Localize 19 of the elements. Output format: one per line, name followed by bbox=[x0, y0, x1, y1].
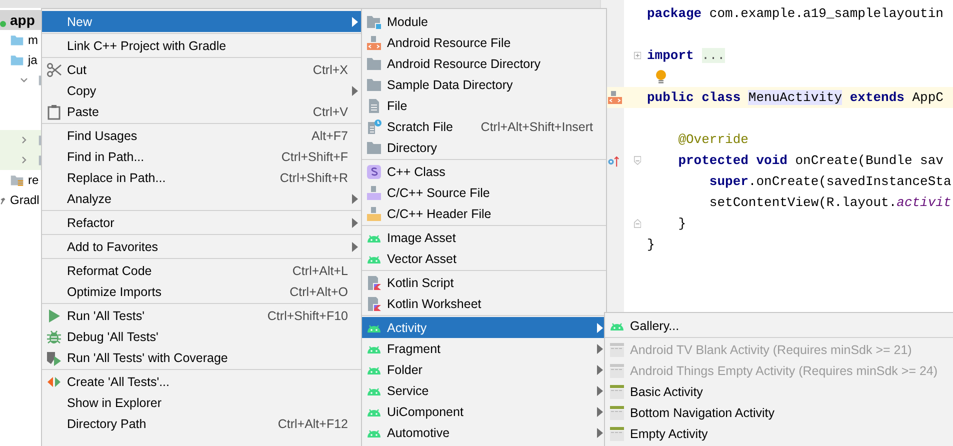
code-line: package com.example.a19_samplelayoutin bbox=[646, 6, 944, 21]
shortcut-text: Ctrl+Alt+Shift+Insert bbox=[480, 120, 593, 134]
code-line: super.onCreate(savedInstanceSta bbox=[708, 174, 952, 189]
code-line: protected void onCreate(Bundle sav bbox=[677, 153, 944, 168]
code-line: } bbox=[646, 237, 655, 252]
shortcut-text: Ctrl+Shift+R bbox=[280, 170, 348, 184]
shortcut-text: Alt+F7 bbox=[312, 128, 348, 142]
shortcut-text: Ctrl+Shift+F bbox=[281, 150, 348, 164]
code-line: import ... bbox=[646, 48, 726, 63]
shortcut-text: Ctrl+Alt+O bbox=[290, 284, 348, 298]
code-line: @Override bbox=[677, 132, 748, 147]
shortcut-text: Ctrl+Shift+F10 bbox=[267, 308, 348, 322]
shortcut-text: Ctrl+X bbox=[312, 62, 348, 76]
shortcut-text: Ctrl+Alt+L bbox=[292, 264, 348, 278]
code-line: public class MenuActivity extends AppC bbox=[646, 90, 944, 105]
shortcut-text: Ctrl+Alt+F12 bbox=[278, 416, 348, 430]
code-line: } bbox=[677, 216, 686, 231]
code-line: setContentView(R.layout.activit bbox=[708, 195, 952, 210]
shortcut-text: Ctrl+V bbox=[312, 104, 348, 118]
